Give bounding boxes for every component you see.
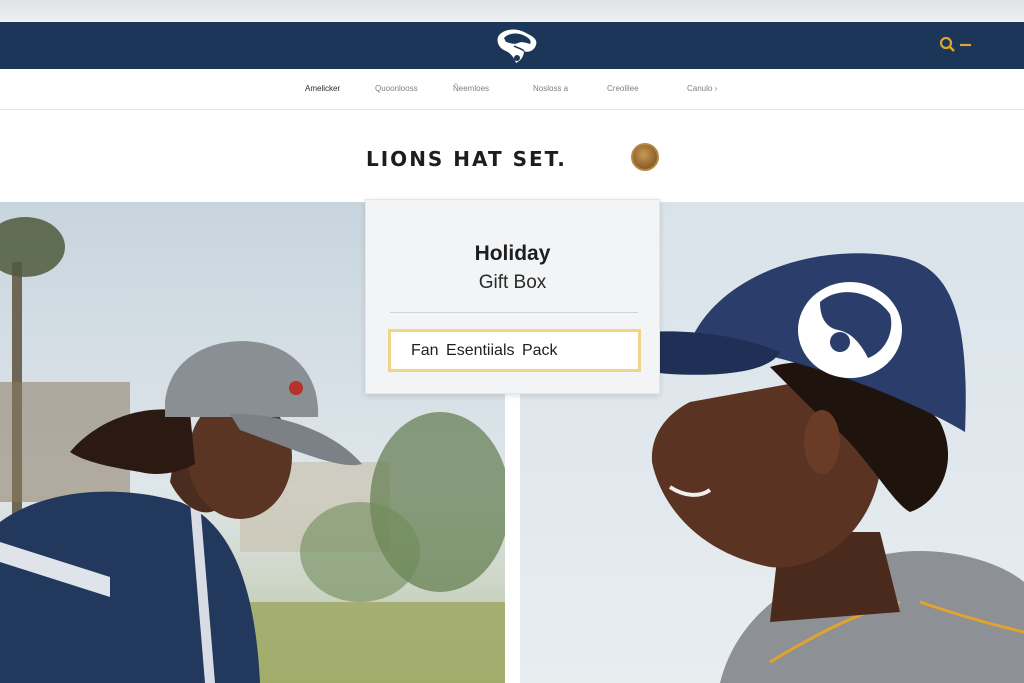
product-card: Holiday Gift Box Fan Esentiials Pack [365, 199, 660, 394]
card-subtitle: Gift Box [478, 272, 547, 293]
pack-option-field[interactable]: Fan Esentiials Pack [388, 329, 641, 372]
pack-option-value: Fan Esentiials Pack [411, 342, 558, 359]
nav-item-2[interactable]: Quoonlooss [375, 84, 418, 93]
nav-item-4[interactable]: Nosloss a [533, 84, 568, 93]
card-title: Holiday [474, 242, 551, 265]
title-band: LIONS HAT SET. [0, 110, 1024, 202]
nav-item-5[interactable]: Creolilee [607, 84, 639, 93]
top-strip [0, 0, 1024, 22]
site-header [0, 22, 1024, 69]
nav-item-3[interactable]: Ñeemloes [453, 84, 489, 93]
emblem-badge-icon [631, 143, 659, 171]
card-divider [390, 312, 638, 313]
search-icon[interactable] [938, 35, 974, 55]
page-title: LIONS HAT SET. [366, 147, 567, 171]
nav-item-6[interactable]: Canulo › [687, 84, 717, 93]
bulldog-logo-icon[interactable] [494, 27, 540, 65]
main-nav: Amelicker Quoonlooss Ñeemloes Nosloss a … [0, 69, 1024, 110]
nav-item-1[interactable]: Amelicker [305, 84, 340, 93]
